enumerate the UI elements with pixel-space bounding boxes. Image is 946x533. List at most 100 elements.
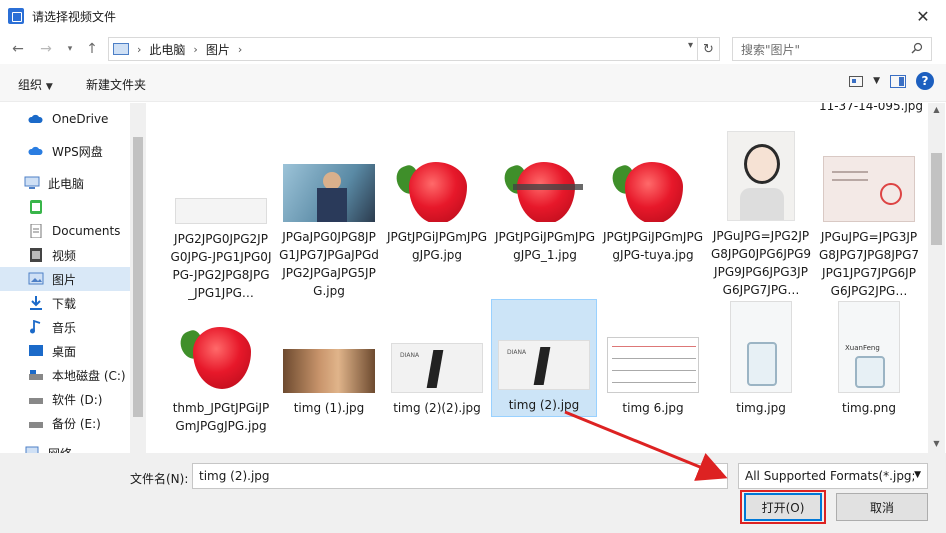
- file-tile[interactable]: timg.jpg: [708, 301, 814, 417]
- file-thumbnail: DIANA: [391, 343, 483, 393]
- sidebar-item-label: 桌面: [52, 344, 77, 359]
- file-name: JPGaJPG0JPG8JPG1JPG7JPGaJPGdJPG2JPGaJPG5…: [279, 230, 379, 298]
- file-thumbnail: XuanFeng: [838, 301, 900, 393]
- sidebar-item-pictures[interactable]: 图片: [0, 267, 130, 291]
- sidebar-item-wps[interactable]: WPS网盘: [0, 139, 130, 163]
- partial-file-name[interactable]: 11-37-14-095.jpg: [816, 103, 926, 115]
- file-tile[interactable]: XuanFeng timg.png: [816, 301, 922, 417]
- file-type-value: All Supported Formats(*.jpg;: [745, 469, 916, 483]
- sidebar-item-drive-c[interactable]: 本地磁盘 (C:): [0, 363, 130, 387]
- arrow-left-icon: ←: [12, 41, 24, 57]
- sidebar-item-this-pc[interactable]: 此电脑: [0, 171, 130, 195]
- new-folder-button[interactable]: 新建文件夹: [86, 76, 146, 93]
- help-icon[interactable]: ?: [916, 72, 934, 90]
- sidebar-item-music[interactable]: 音乐: [0, 315, 130, 339]
- app-icon: [8, 8, 24, 24]
- file-tile[interactable]: JPGuJPG=JPG3JPG8JPG7JPG8JPG7JPG1JPG7JPG6…: [816, 148, 922, 300]
- sidebar-item-drive-d[interactable]: 软件 (D:): [0, 387, 130, 411]
- file-tile[interactable]: JPGtJPGiJPGmJPGgJPG.jpg: [384, 148, 490, 264]
- file-thumbnail: [727, 131, 795, 221]
- file-type-select[interactable]: All Supported Formats(*.jpg; ▼: [738, 463, 928, 489]
- sidebar-item-onedrive[interactable]: OneDrive: [0, 107, 130, 131]
- sidebar-scrollbar[interactable]: [130, 103, 146, 453]
- sidebar-scroll-thumb[interactable]: [133, 137, 143, 417]
- file-tile[interactable]: JPGtJPGiJPGmJPGgJPG_1.jpg: [492, 148, 598, 264]
- search-input[interactable]: 搜索"图片": [732, 37, 932, 61]
- close-button[interactable]: ✕: [900, 0, 946, 32]
- file-thumbnail: [175, 317, 267, 393]
- sidebar-item-downloads[interactable]: 下载: [0, 291, 130, 315]
- breadcrumb-separator: ›: [237, 42, 243, 56]
- thumbnail-text: DIANA: [400, 352, 420, 359]
- cloud-icon: [28, 146, 43, 155]
- scroll-down-arrow-icon[interactable]: ▼: [928, 439, 945, 448]
- title-bar: 请选择视频文件 ✕: [0, 0, 946, 32]
- organize-menu[interactable]: 组织 ▼: [18, 76, 53, 93]
- file-tile-selected[interactable]: DIANA timg (2).jpg: [491, 299, 597, 417]
- file-thumbnail: DIANA: [498, 340, 590, 390]
- file-name: timg.png: [842, 401, 896, 415]
- drive-icon: [29, 370, 43, 380]
- file-name: JPGtJPGiJPGmJPGgJPG_1.jpg: [494, 230, 596, 262]
- recent-dropdown[interactable]: ▾: [60, 37, 80, 61]
- chevron-down-icon: ▼: [914, 470, 921, 480]
- arrow-up-icon: ↑: [86, 41, 98, 57]
- file-tile[interactable]: JPG2JPG0JPG2JPG0JPG-JPG1JPG0JPG-JPG2JPG8…: [168, 148, 274, 302]
- scroll-up-arrow-icon[interactable]: ▲: [928, 105, 945, 114]
- file-name: JPGtJPGiJPGmJPGgJPG.jpg: [386, 230, 488, 262]
- file-tile[interactable]: thmb_JPGtJPGiJPGmJPGgJPG.jpg: [168, 313, 274, 435]
- file-tile[interactable]: JPGaJPG0JPG8JPG1JPG7JPGaJPGdJPG2JPGaJPG5…: [276, 148, 382, 300]
- sidebar-item-app[interactable]: [0, 195, 130, 219]
- breadcrumb-this-pc[interactable]: 此电脑: [149, 41, 185, 58]
- file-thumbnail: [823, 156, 915, 222]
- sidebar-item-label: 视频: [52, 248, 77, 263]
- file-list-scrollbar[interactable]: ▲ ▼: [928, 103, 945, 453]
- file-tile[interactable]: timg 6.jpg: [600, 313, 706, 417]
- up-button[interactable]: ↑: [82, 37, 102, 61]
- preview-pane-icon[interactable]: [890, 74, 906, 88]
- arrow-right-icon: →: [40, 41, 52, 57]
- file-thumbnail: [391, 152, 483, 222]
- file-tile[interactable]: timg (1).jpg: [276, 313, 382, 417]
- filename-input[interactable]: timg (2).jpg ▼: [192, 463, 728, 489]
- caret-down-icon[interactable]: ▼: [873, 76, 880, 86]
- file-thumbnail: [283, 164, 375, 222]
- forward-button[interactable]: →: [36, 37, 56, 61]
- annotation-highlight-box: [740, 490, 826, 524]
- back-button[interactable]: ←: [8, 37, 28, 61]
- chevron-down-icon[interactable]: ▾: [688, 40, 693, 51]
- filename-value: timg (2).jpg: [199, 469, 270, 483]
- picture-icon: [28, 272, 44, 285]
- sidebar-item-label: 音乐: [52, 320, 77, 335]
- sidebar-item-label: 此电脑: [48, 176, 85, 191]
- sidebar-item-videos[interactable]: 视频: [0, 243, 130, 267]
- file-name: timg (1).jpg: [293, 401, 365, 415]
- thumbnail-text: DIANA: [507, 349, 527, 356]
- file-tile[interactable]: JPGuJPG=JPG2JPG8JPG0JPG6JPG9JPG9JPG6JPG3…: [708, 131, 814, 299]
- sidebar-item-desktop[interactable]: 桌面: [0, 339, 130, 363]
- chevron-down-icon[interactable]: ▼: [714, 469, 721, 479]
- refresh-button[interactable]: ↻: [698, 37, 720, 61]
- file-list-scroll-thumb[interactable]: [931, 153, 942, 245]
- sidebar-item-documents[interactable]: Documents: [0, 219, 130, 243]
- cancel-button-label: 取消: [869, 500, 894, 515]
- drive-icon: [29, 398, 43, 404]
- sidebar-item-drive-e[interactable]: 备份 (E:): [0, 411, 130, 435]
- sidebar-item-label: 软件 (D:): [52, 392, 103, 407]
- file-tile[interactable]: JPGtJPGiJPGmJPGgJPG-tuya.jpg: [600, 148, 706, 264]
- file-name: timg (2)(2).jpg: [393, 401, 481, 415]
- sidebar-item-label: 网络: [48, 445, 72, 454]
- cancel-button[interactable]: 取消: [836, 493, 928, 521]
- sidebar-item-network[interactable]: 网络: [0, 441, 130, 453]
- file-name: JPG2JPG0JPG2JPG0JPG-JPG1JPG0JPG-JPG2JPG8…: [170, 232, 272, 300]
- breadcrumb-pictures[interactable]: 图片: [206, 41, 230, 58]
- search-placeholder: 搜索"图片": [741, 42, 801, 57]
- file-tile[interactable]: DIANA timg (2)(2).jpg: [384, 313, 490, 417]
- file-thumbnail: [499, 152, 591, 222]
- cloud-icon: [28, 114, 43, 123]
- pc-icon: [113, 43, 129, 55]
- file-thumbnail: [175, 198, 267, 224]
- address-bar[interactable]: › 此电脑 › 图片 › ▾: [108, 37, 698, 61]
- file-thumbnail: [730, 301, 792, 393]
- view-options-icon[interactable]: [849, 75, 864, 87]
